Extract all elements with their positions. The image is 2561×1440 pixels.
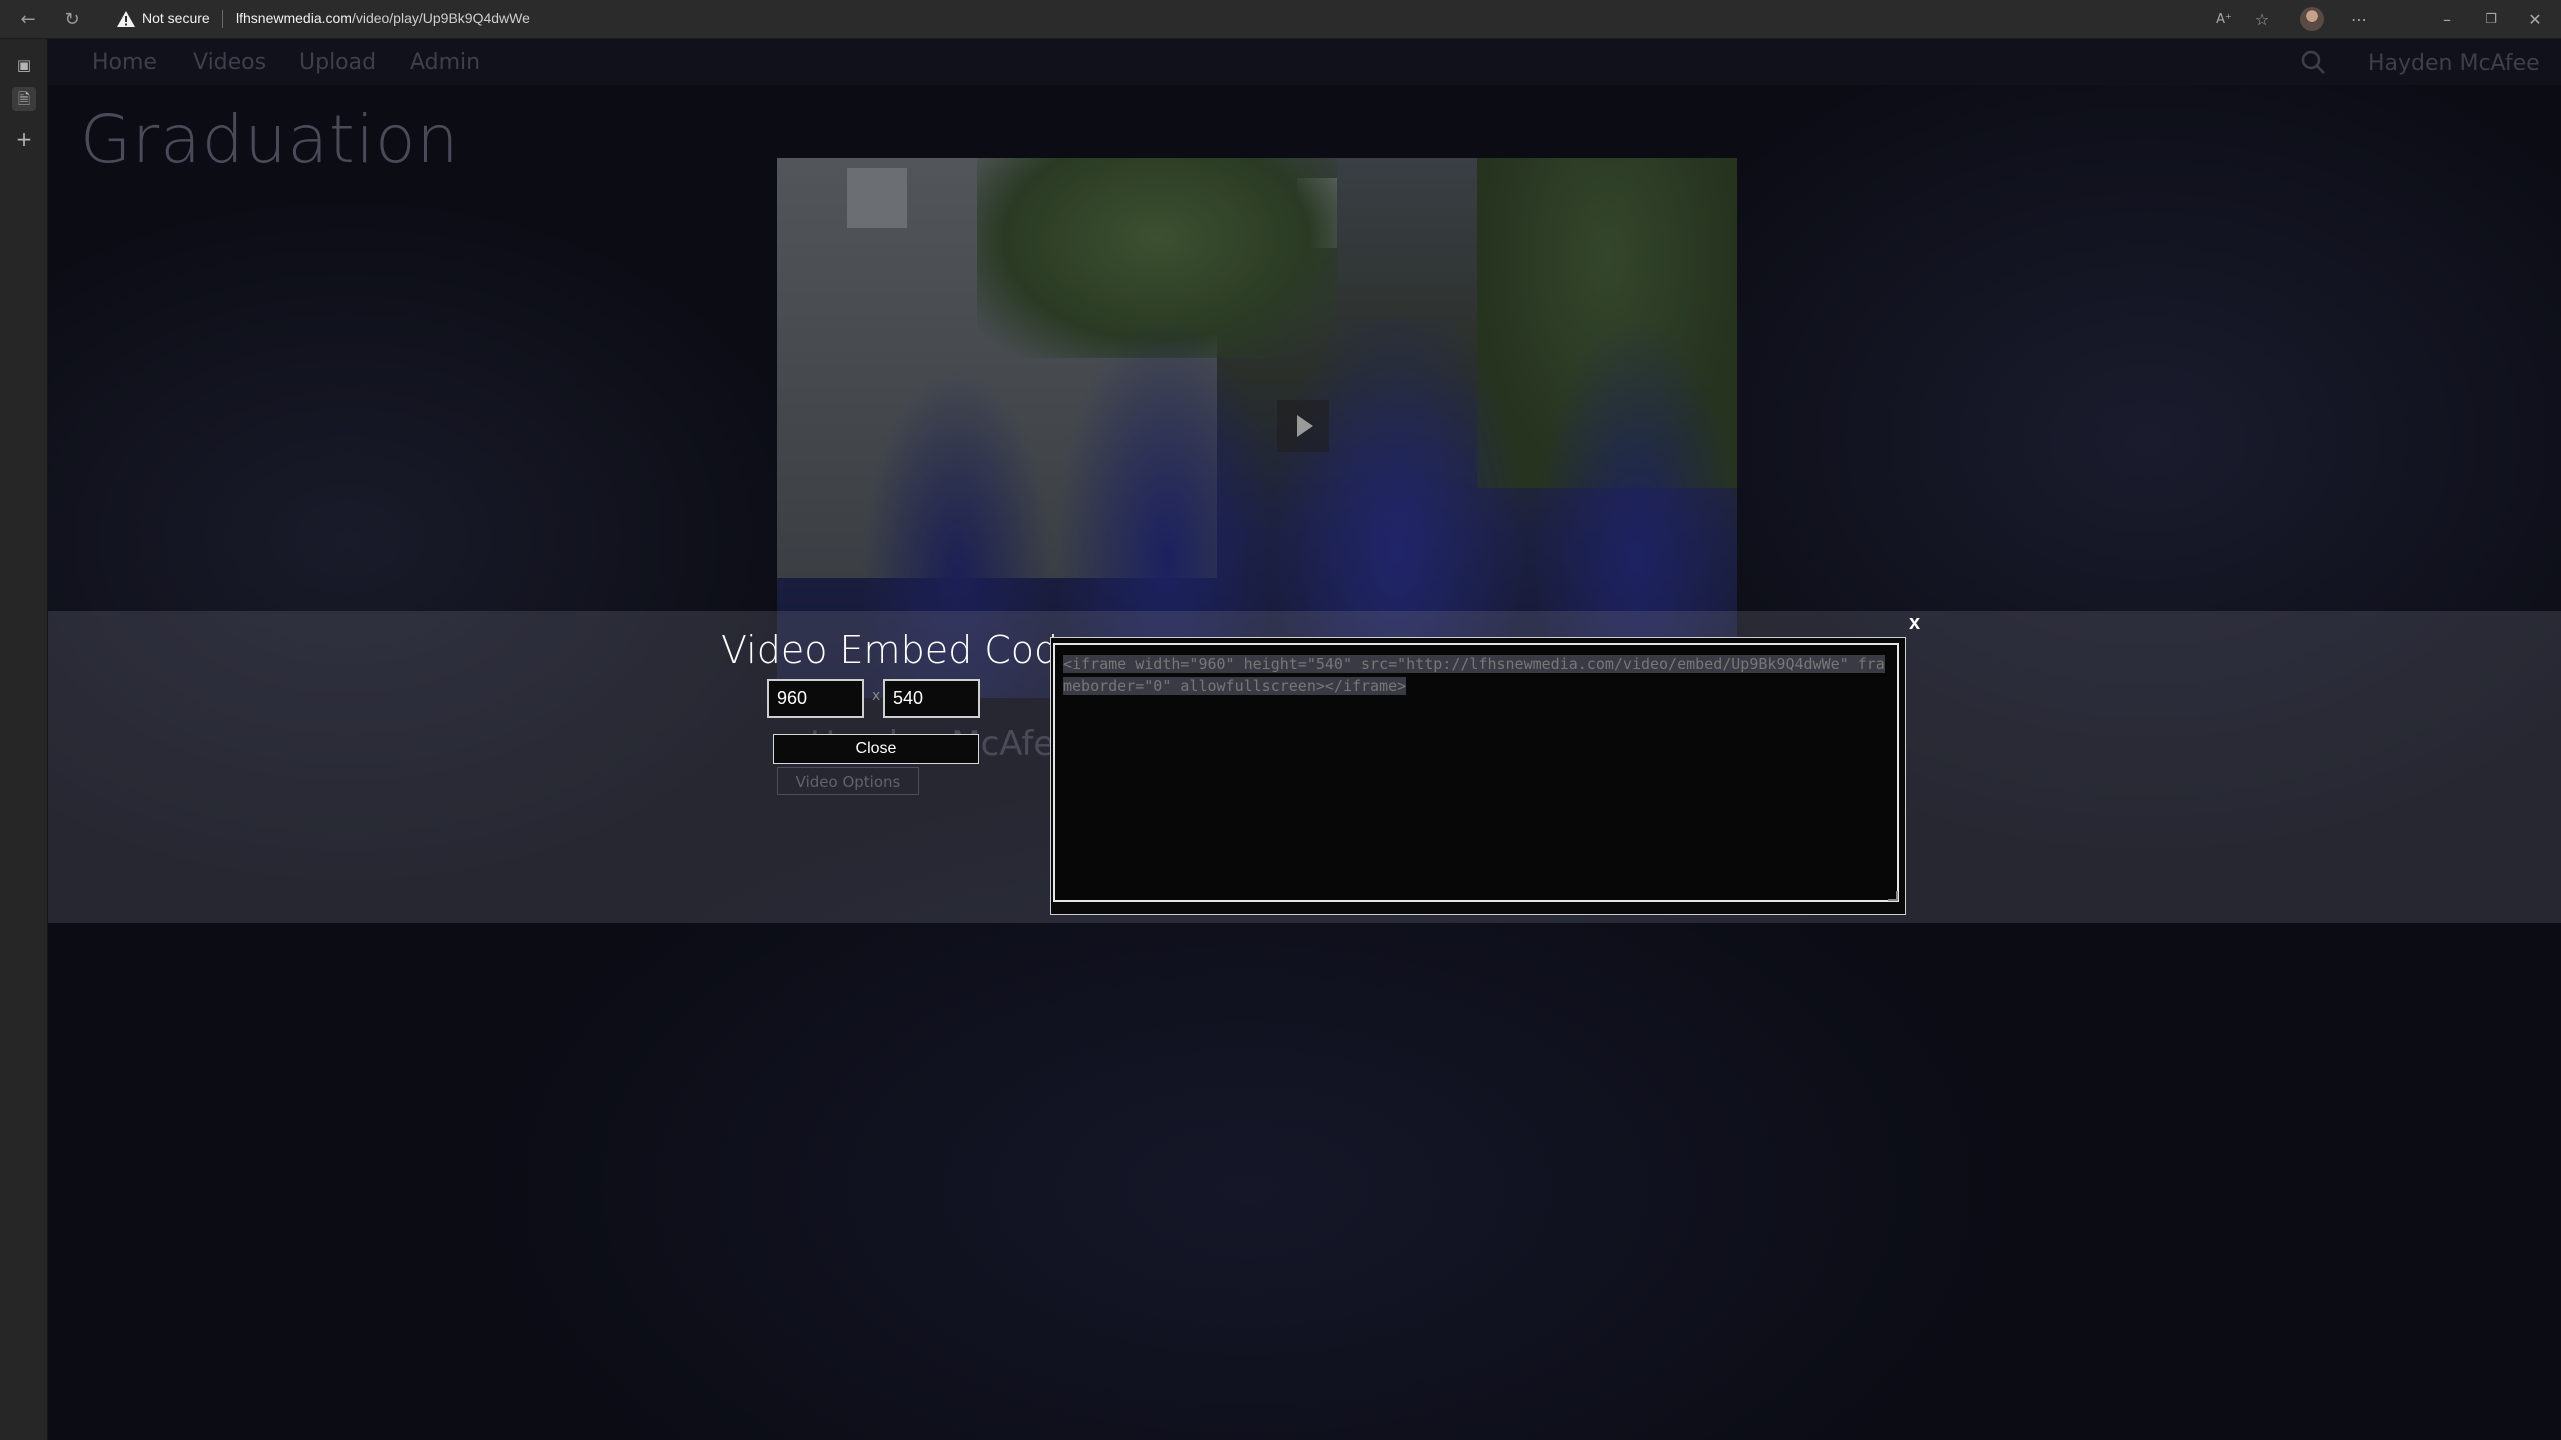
security-status-label[interactable]: Not secure xyxy=(142,10,210,26)
dimension-separator: x xyxy=(872,688,881,704)
video-window xyxy=(847,168,907,228)
textarea-resize-handle[interactable] xyxy=(1888,891,1898,901)
back-arrow-icon[interactable]: ← xyxy=(14,6,42,34)
close-window-icon[interactable]: ✕ xyxy=(2520,6,2550,34)
minimize-icon[interactable]: – xyxy=(2432,6,2462,34)
nav-home[interactable]: Home xyxy=(92,50,157,75)
page-title: Graduation xyxy=(80,101,460,178)
url-path: /video/play/Up9Bk9Q4dwWe xyxy=(351,10,530,26)
restore-icon[interactable]: ❐ xyxy=(2476,6,2506,34)
address-separator xyxy=(222,10,223,28)
close-button[interactable]: Close xyxy=(773,734,979,764)
refresh-icon[interactable]: ↻ xyxy=(58,6,86,34)
site-navbar: Home Videos Upload Admin Hayden McAfee xyxy=(48,39,2561,85)
tab-page-icon[interactable]: 🗎 xyxy=(12,87,36,111)
browser-vertical-tabs: ▣ 🗎 + xyxy=(0,39,48,1440)
close-modal-x-icon[interactable]: x xyxy=(1909,612,1920,635)
search-icon[interactable] xyxy=(2300,49,2326,75)
address-bar[interactable]: lfhsnewmedia.com/video/play/Up9Bk9Q4dwWe xyxy=(236,10,530,26)
new-tab-plus-icon[interactable]: + xyxy=(12,127,36,151)
read-aloud-icon[interactable]: A⁺ xyxy=(2209,6,2239,34)
url-host: lfhsnewmedia.com xyxy=(236,10,352,26)
more-horizontal-icon[interactable]: ⋯ xyxy=(2344,6,2374,34)
play-icon[interactable] xyxy=(1277,400,1329,452)
embed-code-textarea[interactable]: <iframe width="960" height="540" src="ht… xyxy=(1053,643,1899,902)
tab-actions-icon[interactable]: ▣ xyxy=(12,53,36,77)
profile-avatar[interactable] xyxy=(2300,7,2324,31)
browser-titlebar: ← ↻ Not secure lfhsnewmedia.com/video/pl… xyxy=(0,0,2561,39)
warning-triangle-icon xyxy=(117,11,135,27)
nav-admin[interactable]: Admin xyxy=(410,50,480,75)
favorites-icon[interactable]: ☆ xyxy=(2247,6,2277,34)
nav-upload[interactable]: Upload xyxy=(299,50,376,75)
embed-width-input[interactable] xyxy=(767,679,864,718)
embed-height-input[interactable] xyxy=(883,679,980,718)
embed-modal-title: Video Embed Code xyxy=(721,628,1082,672)
nav-videos[interactable]: Videos xyxy=(193,50,266,75)
embed-code-text: <iframe width="960" height="540" src="ht… xyxy=(1063,655,1885,695)
user-name-link[interactable]: Hayden McAfee xyxy=(2368,51,2540,76)
